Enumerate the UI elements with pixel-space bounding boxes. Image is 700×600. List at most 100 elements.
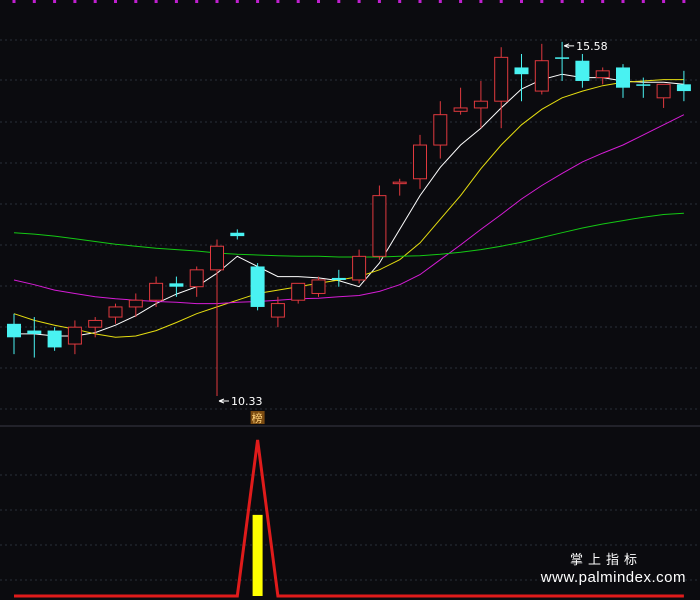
candle-8 [169, 276, 184, 297]
top-marker-4 [93, 0, 97, 3]
top-marker-1 [32, 0, 36, 3]
candle-body [230, 232, 245, 237]
top-marker-20 [418, 0, 422, 3]
candle-14 [291, 282, 306, 304]
candle-body [311, 279, 326, 294]
candle-23 [473, 80, 488, 129]
candle-body [555, 57, 570, 59]
candle-body [656, 83, 671, 99]
candle-body [473, 100, 488, 109]
chart-stage: 15.58 10.33 榜 掌上指标 www.palmindex.com [0, 0, 700, 600]
candle-30 [616, 64, 630, 98]
candle-32 [656, 83, 671, 108]
candle-15 [311, 276, 326, 297]
candle-body [514, 67, 529, 75]
top-marker-25 [520, 0, 523, 3]
candle-body [189, 269, 204, 288]
top-marker-19 [398, 0, 402, 3]
top-marker-27 [560, 0, 564, 3]
candle-body [250, 266, 265, 307]
top-marker-8 [174, 0, 178, 3]
candle-body [7, 323, 21, 338]
candle-body [331, 277, 346, 280]
candle-body [433, 114, 448, 146]
candle-body [149, 282, 164, 301]
candle-body [88, 319, 103, 328]
top-marker-32 [662, 0, 666, 3]
candle-26 [534, 43, 549, 95]
top-marker-12 [256, 0, 260, 3]
top-marker-14 [296, 0, 300, 3]
top-marker-15 [317, 0, 320, 3]
candle-body [108, 306, 123, 318]
candle-body [352, 255, 367, 281]
candle-body [453, 107, 468, 112]
candle-5 [108, 303, 123, 324]
candle-22 [453, 87, 468, 115]
candle-10 [210, 239, 224, 396]
top-marker-30 [621, 0, 625, 3]
candle-body [27, 330, 42, 334]
indicator-bar-0 [252, 514, 263, 596]
candle-28 [575, 53, 590, 88]
annotation-badge-label-2: 榜 [252, 411, 263, 425]
annotation-arrow-0 [563, 43, 575, 49]
top-marker-33 [682, 0, 686, 3]
candle-body [67, 326, 82, 345]
candle-0 [7, 313, 21, 355]
candle-20 [413, 134, 427, 189]
candle-9 [189, 266, 204, 297]
annotation-label-1: 10.33 [231, 395, 263, 408]
candle-body [595, 70, 610, 79]
candle-body [392, 181, 407, 185]
candle-body [47, 330, 62, 348]
candle-body [291, 282, 306, 301]
candle-body [676, 84, 691, 92]
top-marker-0 [12, 0, 16, 3]
moving-average-line-3 [13, 212, 684, 258]
candlestick-chart: 15.58 10.33 榜 [0, 0, 700, 598]
candle-12 [250, 263, 265, 311]
top-marker-3 [73, 0, 77, 3]
top-marker-9 [195, 0, 199, 3]
top-marker-13 [276, 0, 280, 3]
candle-body [270, 303, 285, 318]
candle-body [128, 299, 143, 308]
top-marker-18 [377, 0, 381, 3]
candle-body [169, 283, 184, 287]
top-marker-29 [601, 0, 605, 3]
candle-18 [372, 185, 387, 260]
candle-33 [676, 70, 691, 102]
moving-average-line-2 [13, 114, 685, 305]
candle-21 [433, 101, 448, 159]
moving-average-line-0 [14, 73, 684, 337]
candle-7 [149, 276, 164, 307]
top-marker-16 [337, 0, 341, 3]
top-marker-17 [357, 0, 361, 3]
candle-24 [494, 47, 509, 129]
top-marker-6 [134, 0, 138, 3]
top-marker-22 [459, 0, 463, 3]
candle-body [210, 245, 224, 271]
top-marker-26 [540, 0, 544, 3]
candle-17 [352, 249, 367, 284]
top-marker-7 [154, 0, 158, 3]
candle-body [494, 56, 509, 102]
watermark-title: 掌上指标 [569, 553, 642, 568]
candle-body [636, 84, 651, 86]
candle-1 [27, 317, 42, 358]
top-marker-28 [580, 0, 584, 3]
candle-29 [595, 67, 610, 85]
top-marker-11 [235, 0, 239, 3]
top-marker-21 [438, 0, 442, 3]
watermark-url: www.palmindex.com [540, 569, 686, 586]
candle-19 [392, 178, 407, 196]
top-marker-2 [53, 0, 57, 3]
top-marker-10 [215, 0, 219, 3]
candle-3 [67, 320, 82, 355]
candle-body [372, 195, 387, 257]
candle-16 [331, 269, 346, 287]
annotation-arrow-1 [218, 398, 229, 404]
candle-body [534, 60, 549, 92]
top-marker-23 [479, 0, 483, 3]
